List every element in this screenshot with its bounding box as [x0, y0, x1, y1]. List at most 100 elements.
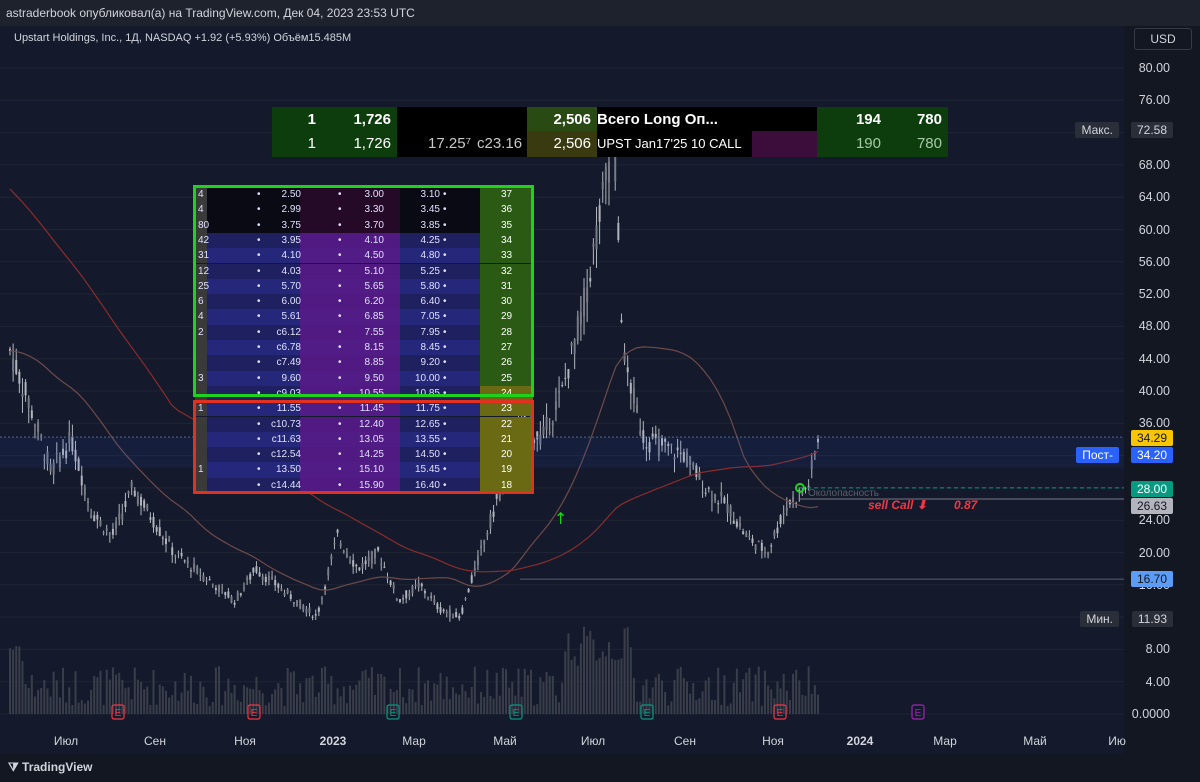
- volume-bar: [685, 681, 688, 714]
- volume-bar: [427, 680, 430, 714]
- options-header-cell: 2,506: [527, 131, 597, 157]
- volume-bar: [405, 703, 408, 714]
- earnings-marker-label: E: [915, 708, 922, 719]
- y-tick-label: 24.00: [1138, 513, 1170, 528]
- volume-bar: [305, 678, 308, 714]
- volume-bar: [83, 703, 86, 714]
- candle-body: [583, 288, 586, 317]
- volume-bar: [180, 692, 183, 714]
- x-tick-label: Ию: [1108, 734, 1126, 748]
- volume-bar: [817, 694, 819, 714]
- y-tick-label: 36.00: [1138, 416, 1170, 431]
- candle-body: [180, 553, 183, 557]
- publish-line: astraderbook опубликовал(а) на TradingVi…: [6, 6, 415, 20]
- volume-bar: [24, 683, 27, 714]
- candle-body: [336, 529, 339, 533]
- candle-body: [423, 590, 426, 594]
- volume-bar: [349, 685, 352, 714]
- candle-body: [785, 507, 788, 511]
- volume-bar: [545, 672, 548, 714]
- candle-body: [96, 514, 99, 520]
- volume-bar: [277, 683, 280, 714]
- candle-body: [280, 588, 283, 591]
- volume-bar: [735, 668, 738, 714]
- candle-body: [464, 598, 467, 600]
- y-tick-label: 76.00: [1138, 93, 1170, 108]
- candle-body: [470, 575, 473, 583]
- volume-bar: [236, 700, 239, 714]
- candle-body: [614, 156, 617, 182]
- candle-body: [333, 543, 336, 545]
- volume-bar: [155, 704, 158, 714]
- volume-bar: [271, 693, 274, 714]
- y-tick-label: 48.00: [1138, 319, 1170, 334]
- volume-bar: [636, 701, 639, 714]
- volume-bar: [692, 682, 695, 714]
- candle-body: [592, 243, 595, 247]
- candle-body: [757, 541, 760, 543]
- candle-body: [495, 493, 498, 499]
- volume-bar: [539, 677, 542, 714]
- options-header-cell: 1: [272, 107, 322, 133]
- candle-body: [111, 528, 114, 535]
- candle-body: [489, 513, 492, 529]
- candle-body: [486, 533, 489, 536]
- volume-bar: [757, 666, 760, 714]
- candle-body: [233, 602, 236, 605]
- y-tick-label: 80.00: [1138, 61, 1170, 75]
- earnings-marker-label: E: [251, 708, 258, 719]
- candle-body: [545, 416, 548, 430]
- candle-body: [330, 556, 333, 560]
- candle-body: [246, 577, 249, 581]
- candle-body: [427, 597, 430, 599]
- candle-body: [21, 393, 24, 397]
- x-tick-label: Ноя: [234, 734, 256, 748]
- candle-body: [639, 431, 642, 435]
- max-label: Макс.: [1075, 122, 1119, 138]
- volume-bar: [333, 704, 336, 714]
- volume-bar: [626, 627, 629, 714]
- volume-bar: [336, 688, 339, 714]
- volume-bar: [37, 689, 40, 714]
- x-tick-label: 2023: [319, 734, 347, 748]
- volume-bar: [289, 672, 292, 714]
- y-tick-label: 68.00: [1138, 157, 1170, 172]
- candle-body: [729, 506, 732, 517]
- volume-bar: [33, 696, 36, 714]
- volume-bar: [433, 683, 436, 714]
- candle-body: [189, 570, 192, 572]
- volume-bar: [227, 678, 230, 714]
- volume-bar: [489, 696, 492, 714]
- volume-bar: [442, 699, 445, 714]
- volume-bar: [370, 666, 373, 714]
- candle-body: [258, 572, 261, 577]
- candle-body: [754, 544, 757, 551]
- options-header-cell: 17.25⁷: [397, 131, 477, 157]
- candle-body: [367, 557, 370, 562]
- volume-bar: [448, 698, 451, 714]
- volume-bar: [607, 642, 610, 714]
- volume-bar: [767, 685, 770, 714]
- volume-bar: [710, 699, 713, 714]
- x-tick-label: Сен: [144, 734, 166, 748]
- volume-bar: [205, 697, 208, 714]
- volume-bar: [570, 659, 573, 714]
- volume-bar: [558, 702, 561, 714]
- volume-bar: [71, 705, 74, 714]
- volume-bar: [58, 697, 61, 714]
- candle-body: [124, 501, 127, 508]
- candle-body: [361, 563, 364, 569]
- currency-selector[interactable]: USD: [1134, 28, 1192, 50]
- volume-bar: [751, 701, 754, 714]
- candle-body: [461, 607, 464, 614]
- candle-body: [174, 555, 177, 557]
- candle-body: [236, 592, 239, 601]
- volume-bar: [592, 639, 595, 714]
- volume-bar: [451, 687, 454, 714]
- candle-body: [451, 617, 454, 619]
- candle-body: [732, 520, 735, 524]
- candle-body: [792, 496, 795, 503]
- sell-call-annotation: sell Call ⬇: [868, 498, 927, 512]
- candle-body: [283, 592, 286, 596]
- volume-bar: [717, 667, 720, 714]
